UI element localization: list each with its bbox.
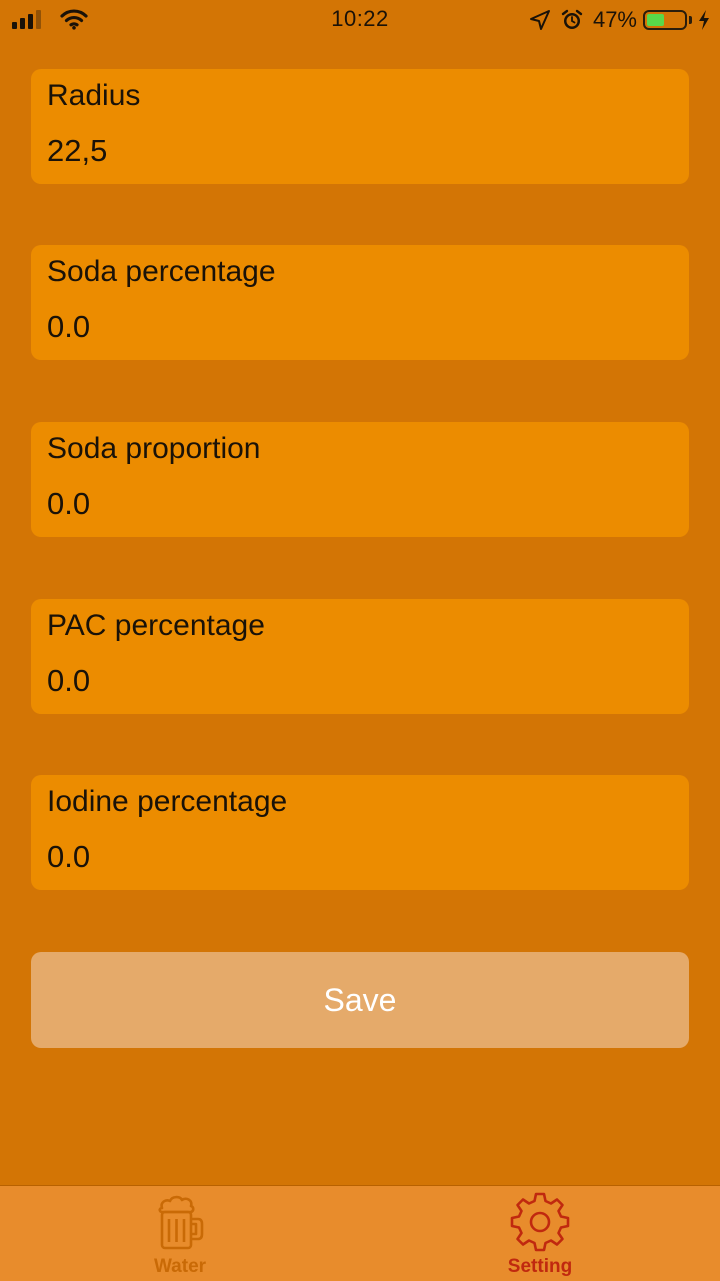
charging-bolt-icon — [699, 10, 709, 30]
soda-proportion-input[interactable] — [47, 484, 667, 524]
iodine-percentage-input[interactable] — [47, 837, 667, 877]
radius-label: Radius — [47, 79, 141, 112]
battery-cap — [689, 16, 692, 24]
tab-water[interactable]: Water — [0, 1186, 360, 1281]
alarm-icon — [561, 9, 583, 29]
soda-proportion-label: Soda proportion — [47, 432, 261, 465]
save-button[interactable]: Save — [31, 952, 689, 1048]
gear-icon — [510, 1192, 570, 1252]
pac-percentage-field-card: PAC percentage — [31, 599, 689, 714]
location-arrow-icon — [529, 10, 550, 30]
battery-percentage: 47% — [592, 7, 637, 32]
status-right-group: 47% — [529, 6, 710, 34]
tab-setting-label: Setting — [507, 1256, 573, 1277]
radius-field-card: Radius — [31, 69, 689, 184]
soda-proportion-field-card: Soda proportion — [31, 422, 689, 537]
soda-percentage-input[interactable] — [47, 307, 667, 347]
iodine-percentage-field-card: Iodine percentage — [31, 775, 689, 890]
battery-icon — [643, 10, 687, 30]
soda-percentage-field-card: Soda percentage — [31, 245, 689, 360]
status-bar: 10:22 47% — [0, 0, 720, 40]
tab-setting[interactable]: Setting — [360, 1186, 720, 1281]
tab-water-label: Water — [153, 1256, 207, 1277]
battery-level-fill — [647, 14, 664, 26]
radius-input[interactable] — [47, 131, 667, 171]
soda-percentage-label: Soda percentage — [47, 255, 276, 288]
iodine-percentage-label: Iodine percentage — [47, 785, 288, 818]
pac-percentage-label: PAC percentage — [47, 609, 265, 642]
beer-mug-icon — [158, 1195, 204, 1250]
pac-percentage-input[interactable] — [47, 661, 667, 701]
tab-bar: Water Setting — [0, 1185, 720, 1281]
